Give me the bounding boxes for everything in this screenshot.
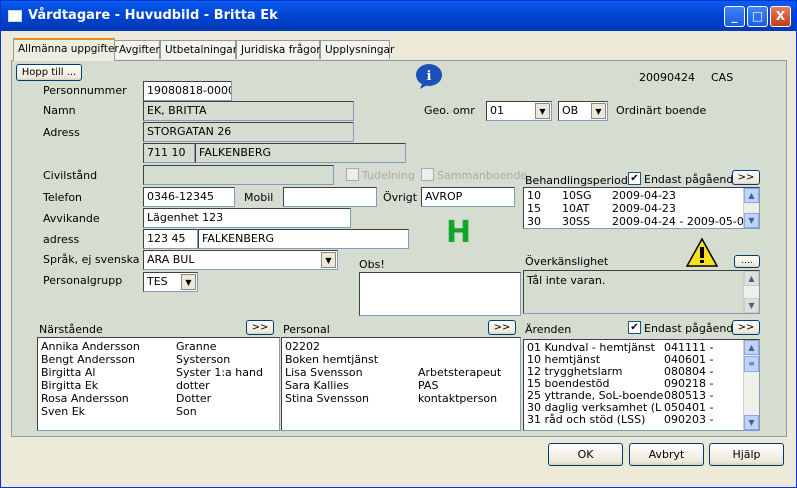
label-civilstand: Civilstånd [43,169,98,182]
chevron-down-icon[interactable]: ▼ [181,274,196,290]
title-bar: Vårdtagare - Huvudbild - Britta Ek _ □ X [1,1,796,31]
personal-more-button[interactable]: >> [488,320,516,335]
warning-icon [685,237,719,267]
scroll-down-icon[interactable]: ▼ [744,213,759,228]
label-personalgrupp: Personalgrupp [43,274,123,287]
tudelning-checkbox [346,168,359,181]
svg-text:i: i [427,69,432,84]
date-label: 20090424 [639,71,695,84]
label-namn: Namn [43,104,76,117]
endast2-checkbox[interactable]: ✔ [628,321,641,334]
label-adress2: adress [43,233,80,246]
ort-field: FALKENBERG [195,143,406,163]
tab-avgifter[interactable]: Avgifter [114,40,160,59]
endast-checkbox[interactable]: ✔ [628,172,641,185]
arenden-more-button[interactable]: >> [732,320,760,335]
tab-utbetalningar[interactable]: Utbetalningar [160,40,237,59]
label-personnummer: Personnummer [43,84,127,97]
geo-select[interactable]: 01 ▼ [486,101,552,121]
namn-field: EK, BRITTA [143,101,354,121]
hopp-till-button[interactable]: Hopp till ... [16,64,82,81]
label-arenden: Ärenden [525,323,572,336]
geo-value: 01 [490,104,504,117]
maximize-button[interactable]: □ [747,6,768,27]
app-icon [8,10,22,22]
obs-field[interactable] [359,272,521,316]
mobil-field[interactable] [283,187,377,207]
ovrigt-field[interactable]: AVROP [421,187,515,207]
user-label: CAS [711,71,734,84]
behandling-list[interactable]: 10 10SG 2009-04-23 15 10AT 2009-04-23 30 30SS… [523,187,760,229]
narstaende-more-button[interactable]: >> [246,320,274,335]
main-window: Vårdtagare - Huvudbild - Britta Ek _ □ X… [0,0,797,488]
tudelning-label: Tudelning [362,169,415,182]
scrollbar[interactable]: ▲ ≡ ▼ [743,340,759,430]
label-mobil: Mobil [244,191,274,204]
h-indicator: H [446,215,472,250]
behandling-more-button[interactable]: >> [732,170,760,185]
scroll-up-icon[interactable]: ▲ [744,188,759,203]
label-telefon: Telefon [43,191,83,204]
personalgrupp-select[interactable]: TES ▼ [143,272,198,292]
boende-select[interactable]: OB ▼ [558,101,608,121]
endast-label: Endast pågående [644,173,741,186]
tab-upplysningar[interactable]: Upplysningar [320,40,394,59]
minimize-button[interactable]: _ [724,6,745,27]
sammanboende-label: Sammanboende [437,169,528,182]
scroll-up-icon[interactable]: ▲ [744,271,759,286]
arenden-list[interactable]: 01 Kundval - hemtjänst 041111 - 10 hemtjä… [523,339,760,431]
sprak-select[interactable]: ARA BUL ▼ [143,250,338,270]
label-personal: Personal [283,323,330,336]
postnr-field: 711 10 [143,143,195,163]
label-sprak: Språk, ej svenska [43,253,140,266]
label-geo: Geo. omr [424,104,475,117]
sprak-value: ARA BUL [147,253,195,266]
narstaende-list[interactable]: Annika Andersson Granne Bengt Andersson Sy… [37,337,280,431]
scroll-thumb[interactable]: ≡ [744,356,759,372]
civilstand-field [143,165,334,185]
postnr2-field[interactable]: 123 45 [143,229,198,249]
sammanboende-checkbox [421,168,434,181]
adress-field: STORGATAN 26 [143,122,354,142]
ordinart-label: Ordinärt boende [616,104,707,117]
label-ovrigt: Övrigt [383,191,418,204]
telefon-field[interactable]: 0346-12345 [143,187,235,207]
overkanslighet-text: Tål inte varan. [527,274,606,287]
chevron-down-icon[interactable]: ▼ [591,103,606,119]
label-avvikande: Avvikande [43,212,100,225]
scroll-up-icon[interactable]: ▲ [744,340,759,355]
close-button[interactable]: X [770,6,791,27]
scroll-down-icon[interactable]: ▼ [744,298,759,313]
scrollbar[interactable]: ▲ ▼ [743,188,759,228]
ok-button[interactable]: OK [548,443,623,466]
label-obs: Obs! [359,258,385,271]
label-adress: Adress [43,126,80,139]
ort2-field[interactable]: FALKENBERG [198,229,409,249]
window-title: Vårdtagare - Huvudbild - Britta Ek [28,8,278,23]
boende-value: OB [562,104,579,117]
tab-juridiska[interactable]: Juridiska frågor [236,40,321,59]
info-icon[interactable]: i [414,62,444,90]
label-overkanslighet: Överkänslighet [525,255,609,268]
overkanslighet-field: Tål inte varan. ▲ ▼ [523,270,760,314]
main-panel: Hopp till ... i 20090424 CAS Personnumme… [11,60,787,437]
endast2-label: Endast pågående [644,322,741,335]
avvikande-field[interactable]: Lägenhet 123 [143,208,351,228]
label-behandling: Behandlingsperioder [525,174,640,187]
chevron-down-icon[interactable]: ▼ [535,103,550,119]
hjalp-button[interactable]: Hjälp [709,443,784,466]
overkanslighet-button[interactable]: .... [734,255,760,268]
avbryt-button[interactable]: Avbryt [629,443,704,466]
chevron-down-icon[interactable]: ▼ [321,252,336,268]
tab-allmanna[interactable]: Allmänna uppgifter [13,38,119,61]
scroll-down-icon[interactable]: ▼ [744,415,759,430]
scrollbar[interactable]: ▲ ▼ [743,271,759,313]
personal-list[interactable]: 02202 Boken hemtjänst Lisa Svensson Arbet… [281,337,521,431]
personnummer-field[interactable]: 19080818-0000 [143,81,232,101]
personalgrupp-value: TES [147,275,168,288]
label-narstaende: Närstående [39,323,103,336]
